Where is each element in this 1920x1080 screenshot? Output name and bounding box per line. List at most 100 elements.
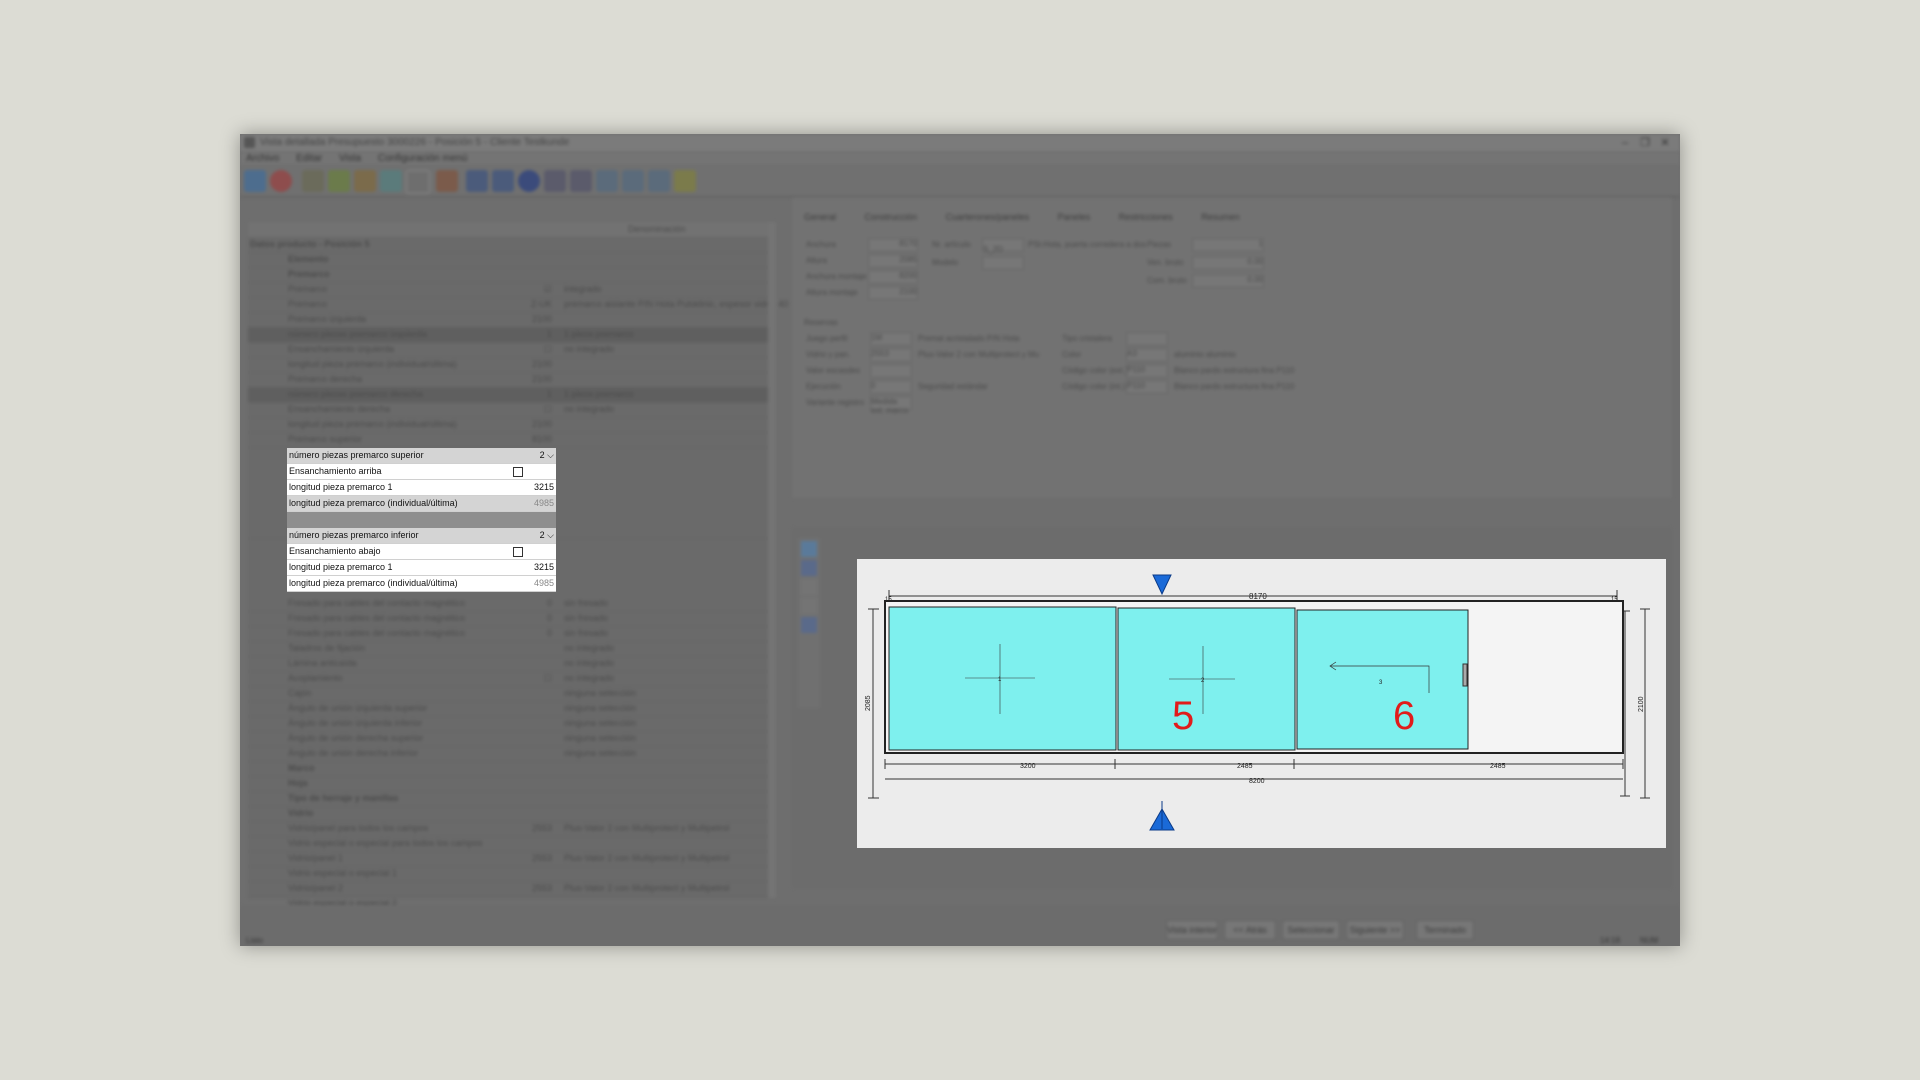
menu-vista[interactable]: Vista (339, 153, 361, 164)
grid-row[interactable]: Ensanchamiento derecha ☐ no integrado (248, 402, 768, 418)
superior-piece1-row[interactable]: longitud pieza premarco 1 3215 (287, 480, 556, 496)
glass-panel-3[interactable] (1296, 609, 1469, 750)
grid-row[interactable]: Vidrio/panel 2 2553 Plus-Valor 2 con Multi… (248, 881, 768, 897)
superior-count-select[interactable]: 2 ⌵ (540, 448, 554, 463)
ven-bruto-field[interactable]: 0.00 (1192, 256, 1264, 270)
grid-row[interactable]: Ángulo de unión derecha superior ninguna … (248, 731, 768, 747)
edit-icon[interactable] (328, 170, 350, 192)
inferior-widen-checkbox[interactable] (513, 547, 523, 557)
inferior-piece1-value[interactable]: 3215 (534, 560, 554, 575)
view-icon[interactable] (596, 170, 618, 192)
grid-row[interactable]: Ensanchamiento izquierda ☐ no integrado (248, 342, 768, 358)
grid-row[interactable]: Cajón ninguna selección (248, 686, 768, 702)
grid-row[interactable]: Premarco (248, 267, 768, 283)
seleccionar-button[interactable]: Seleccionar (1282, 920, 1340, 940)
grid-row[interactable]: Premarco derecha 2100 (248, 372, 768, 388)
grid-row[interactable]: número piezas premarco izquierda 1 1 pieza… (248, 327, 768, 343)
inferior-count-row[interactable]: número piezas premarco inferior 2 ⌵ (287, 528, 556, 544)
print-tool-icon[interactable] (801, 617, 817, 633)
document-icon[interactable] (406, 170, 430, 194)
reserve-code[interactable]: Medida ext. marco (870, 396, 912, 415)
siguiente-button[interactable]: Siguiente >> (1346, 920, 1404, 940)
glass-panel-1[interactable] (888, 606, 1117, 751)
reserve-code[interactable]: 1M (870, 332, 912, 346)
grid-row-value[interactable]: 2100 (488, 312, 552, 327)
grid-row[interactable]: longitud pieza premarco (individual/últi… (248, 357, 768, 373)
superior-widen-checkbox[interactable] (513, 467, 523, 477)
reserve-code[interactable]: 0 (870, 380, 912, 394)
zoom-tool-icon[interactable] (801, 560, 817, 576)
reserve-code[interactable]: 2553 (870, 348, 912, 362)
grid-row[interactable]: Elemento (248, 252, 768, 268)
grid-row[interactable]: Ángulo de unión derecha inferior ninguna … (248, 746, 768, 762)
menu-editar[interactable]: Editar (296, 153, 322, 164)
grid-row[interactable]: Ángulo de unión izquierda inferior ningun… (248, 716, 768, 732)
tab-paneles[interactable]: Paneles (1058, 212, 1091, 222)
grid-row[interactable]: Taladros de fijación no integrado (248, 641, 768, 657)
vista-interior-button[interactable]: Vista interior (1166, 920, 1218, 940)
dimension-field[interactable]: 2100 (868, 286, 918, 300)
tool-icon[interactable] (302, 170, 324, 192)
reserve-code[interactable]: P110 (1126, 364, 1168, 378)
select-tool-icon[interactable] (801, 541, 817, 557)
grid-row[interactable]: Fresado para cables del contacto magnéti… (248, 611, 768, 627)
model-field[interactable] (982, 256, 1024, 270)
superior-piece1-value[interactable]: 3215 (534, 480, 554, 495)
com-bruto-field[interactable]: 0.00 (1192, 274, 1264, 288)
next-icon[interactable] (544, 170, 566, 192)
top-split-marker-icon[interactable] (1152, 574, 1172, 596)
tab-resumen[interactable]: Resumen (1201, 212, 1240, 222)
grid-row[interactable]: Premarco Z-UK premarco aislante P/N Hota P… (248, 297, 788, 313)
grid-scrollbar[interactable] (768, 222, 776, 898)
grid-row-value[interactable]: 0 (488, 626, 552, 641)
grid-row[interactable]: Vidrio (248, 806, 768, 822)
grid-row[interactable]: Ángulo de unión izquierda superior ningun… (248, 701, 768, 717)
grid-row-value[interactable]: ☐ (488, 671, 552, 686)
menu-configuracion[interactable]: Configuración menú (378, 153, 468, 164)
grid-row[interactable]: Acoplamiento ☐ no integrado (248, 671, 768, 687)
tab-general[interactable]: General (804, 212, 836, 222)
grid-row-value[interactable]: ☐ (488, 342, 552, 357)
grid-row-value[interactable]: 0 (488, 596, 552, 611)
atras-button[interactable]: << Atrás (1224, 920, 1276, 940)
settings-icon[interactable] (244, 170, 266, 192)
grid-row-value[interactable]: ☑ (488, 282, 552, 297)
terminado-button[interactable]: Terminado (1416, 920, 1474, 940)
grid-row[interactable]: Vidrio especial o especial para todos lo… (248, 836, 768, 852)
grid-row-value[interactable]: 1 (488, 387, 552, 402)
pieces-icon[interactable] (380, 170, 402, 192)
grid-row-value[interactable]: 2553 (488, 821, 552, 836)
grid-row-value[interactable]: 8100 (488, 432, 552, 447)
current-icon[interactable] (518, 170, 540, 192)
grid-row[interactable]: Vidrio especial o especial 1 (248, 866, 768, 882)
grid-row-value[interactable]: 2100 (488, 372, 552, 387)
close-button[interactable]: ✕ (1652, 134, 1678, 152)
previous-icon[interactable] (492, 170, 514, 192)
superior-count-row[interactable]: número piezas premarco superior 2 ⌵ (287, 448, 556, 464)
key-icon[interactable] (674, 170, 696, 192)
pan-tool-icon[interactable] (801, 579, 817, 595)
grid-row-value[interactable]: 2100 (488, 357, 552, 372)
measure-tool-icon[interactable] (801, 598, 817, 614)
tab-restricciones[interactable]: Restricciones (1119, 212, 1173, 222)
grid-row[interactable]: Lámina anticaída no integrado (248, 656, 768, 672)
window-drawing[interactable]: 8170 15 15 2085 2085 2100 1 2 3 (857, 559, 1666, 848)
grid-row[interactable]: Vidrio/panel 1 2553 Plus-Valor 2 con Multi… (248, 851, 768, 867)
grid-row[interactable]: Premarco superior 8100 (248, 432, 768, 448)
menu-archivo[interactable]: Archivo (246, 153, 279, 164)
grid-row[interactable]: Vidrio/panel para todos los campos 2553 Pl… (248, 821, 768, 837)
grid-row[interactable]: Hoja (248, 776, 768, 792)
last-icon[interactable] (570, 170, 592, 192)
brush-icon[interactable] (354, 170, 376, 192)
tab-cuarterones[interactable]: Cuarterones/paneles (946, 212, 1030, 222)
dimension-field[interactable]: 8170 (868, 238, 918, 252)
dimension-field[interactable]: 8200 (868, 270, 918, 284)
grid-row[interactable]: Fresado para cables del contacto magnéti… (248, 596, 768, 612)
grid-row-value[interactable]: Z-UK (488, 297, 552, 312)
article-field[interactable]: S_2D (982, 238, 1024, 254)
inferior-piece1-row[interactable]: longitud pieza premarco 1 3215 (287, 560, 556, 576)
inferior-count-select[interactable]: 2 ⌵ (540, 528, 554, 543)
grid-row[interactable]: Premarco ☑ integrado (248, 282, 768, 298)
grid-row-value[interactable]: ☐ (488, 402, 552, 417)
grid-row-value[interactable]: 2553 (488, 851, 552, 866)
